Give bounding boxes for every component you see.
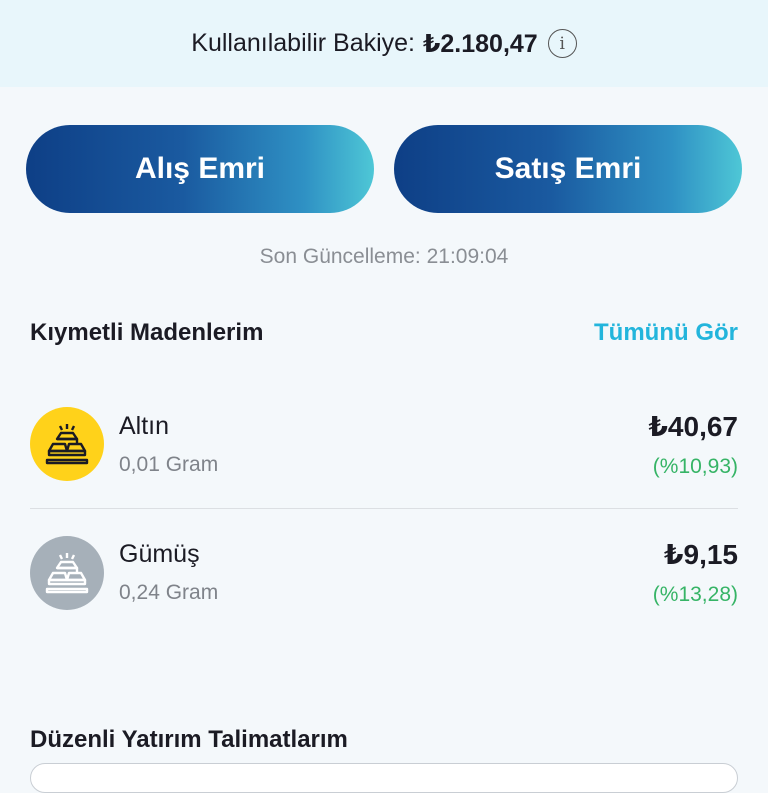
metal-quantity: 0,01 Gram <box>119 452 219 476</box>
silver-bars-icon <box>30 535 104 610</box>
instructions-section-title: Düzenli Yatırım Talimatlarım <box>30 726 348 753</box>
metal-name: Altın <box>119 411 170 440</box>
metal-quantity: 0,24 Gram <box>119 581 219 604</box>
metal-name: Gümüş <box>119 540 200 568</box>
metal-price: ₺9,15 <box>664 539 738 570</box>
buy-order-button[interactable]: Alış Emri <box>26 125 374 213</box>
metals-section-title: Kıymetli Madenlerim <box>30 319 264 346</box>
order-actions: Alış Emri Satış Emri <box>0 125 768 213</box>
balance-label: Kullanılabilir Bakiye: <box>191 29 415 57</box>
metal-change: (%13,28) <box>652 583 738 606</box>
instructions-section: Düzenli Yatırım Talimatlarım <box>0 726 768 754</box>
metals-list: Altın 0,01 Gram ₺40,67 (%10,93) Gümüş 0,… <box>0 380 768 636</box>
last-update-text: Son Güncelleme: 21:09:04 <box>259 245 509 268</box>
metal-change: (%10,93) <box>652 454 738 478</box>
list-item-gold[interactable]: Altın 0,01 Gram ₺40,67 (%10,93) <box>30 380 738 508</box>
gold-bars-icon <box>30 407 104 481</box>
list-item-silver[interactable]: Gümüş 0,24 Gram ₺9,15 (%13,28) <box>30 508 738 636</box>
metals-section-header: Kıymetli Madenlerim Tümünü Gör <box>0 319 768 347</box>
balance-amount: ₺2.180,47 <box>423 29 538 58</box>
metal-price: ₺40,67 <box>648 410 738 442</box>
balance-bar: Kullanılabilir Bakiye: ₺2.180,47 i <box>0 0 768 87</box>
see-all-link[interactable]: Tümünü Gör <box>594 319 738 347</box>
sell-order-button[interactable]: Satış Emri <box>394 125 742 213</box>
info-circle-icon[interactable]: i <box>547 29 577 58</box>
